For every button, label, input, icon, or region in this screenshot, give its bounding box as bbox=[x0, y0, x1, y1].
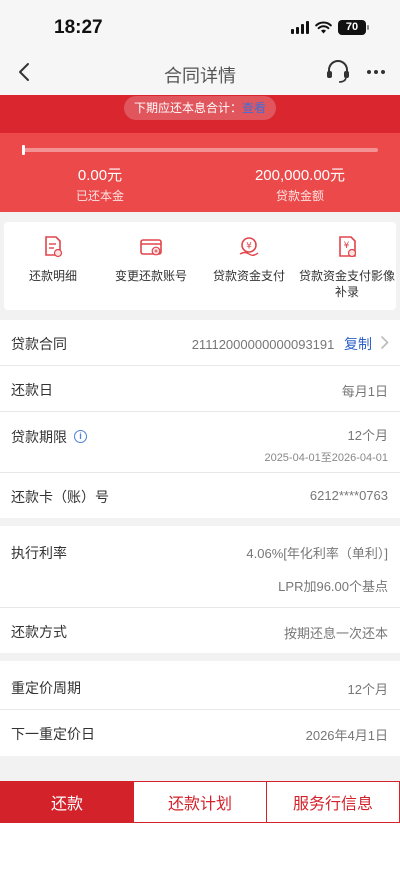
repayment-progress-fill bbox=[22, 145, 25, 155]
repay-method-row: 还款方式 按期还息一次还本 bbox=[0, 608, 400, 653]
more-dot-icon bbox=[381, 70, 385, 74]
footer-area bbox=[0, 823, 400, 869]
repaid-principal-value: 0.00元 bbox=[77, 167, 123, 184]
next-payment-notice[interactable]: 下期应还本息合计：查看 bbox=[124, 96, 276, 120]
battery-icon: 70 bbox=[338, 19, 369, 35]
reprice-cycle-row: 重定价周期 12个月 bbox=[0, 661, 400, 708]
status-bar: 18:27 70 bbox=[0, 0, 400, 50]
execution-rate-row: 执行利率 4.06%[年化利率（单利）] LPR加96.00个基点 bbox=[0, 526, 400, 607]
svg-text:¥: ¥ bbox=[344, 241, 350, 251]
contract-info-panel: 贷款合同 21112000000000093191 复制 还款日 每月1日 贷款… bbox=[0, 320, 400, 518]
quick-action-repayment-detail[interactable]: 还款明细 bbox=[4, 234, 102, 284]
change-account-icon bbox=[140, 239, 162, 256]
contract-label: 贷款合同 bbox=[11, 336, 67, 352]
contract-number-group: 21112000000000093191 复制 bbox=[192, 334, 372, 354]
quick-action-label: 还款明细 bbox=[28, 269, 77, 283]
next-payment-label: 下期应还本息合计： bbox=[133, 101, 242, 115]
next-reprice-row: 下一重定价日 2026年4月1日 bbox=[0, 710, 400, 756]
repay-day-row: 还款日 每月1日 bbox=[0, 366, 400, 411]
repay-button[interactable]: 还款 bbox=[0, 781, 134, 823]
repay-card-row: 还款卡（账）号 6212****0763 bbox=[0, 473, 400, 518]
bottom-action-bar: 还款 还款计划 服务行信息 bbox=[0, 781, 400, 823]
quick-actions-card: 还款明细 变更还款账号 ¥ 贷款资金支付 ¥ 贷款资金支付影像补录 bbox=[4, 222, 396, 310]
repay-method-value: 按期还息一次还本 bbox=[283, 626, 388, 641]
execution-rate-value: 4.06%[年化利率（单利）] bbox=[246, 546, 388, 561]
customer-service-icon[interactable] bbox=[324, 58, 352, 86]
more-menu-button[interactable] bbox=[362, 58, 390, 86]
quick-action-change-account[interactable]: 变更还款账号 bbox=[102, 234, 200, 284]
contract-row[interactable]: 贷款合同 21112000000000093191 复制 bbox=[0, 320, 400, 365]
repayment-plan-button[interactable]: 还款计划 bbox=[133, 781, 267, 823]
repay-card-label: 还款卡（账）号 bbox=[11, 489, 109, 505]
quick-action-label: 变更还款账号 bbox=[114, 269, 187, 283]
info-icon[interactable]: i bbox=[74, 430, 87, 443]
loan-term-range: 2025-04-01至2026-04-01 bbox=[264, 452, 388, 464]
more-dot-icon bbox=[367, 70, 371, 74]
execution-rate-label: 执行利率 bbox=[11, 545, 67, 561]
loan-term-label: 贷款期限 bbox=[11, 429, 67, 445]
quick-action-label: 贷款资金支付 bbox=[212, 269, 285, 283]
contract-number: 21112000000000093191 bbox=[191, 337, 335, 352]
repaid-principal-label: 已还本金 bbox=[75, 189, 124, 203]
fund-payment-icon: ¥ bbox=[239, 237, 259, 256]
status-icons: 70 bbox=[291, 19, 369, 35]
service-bank-info-button[interactable]: 服务行信息 bbox=[266, 781, 400, 823]
loan-amount-label: 贷款金额 bbox=[275, 189, 324, 203]
chevron-right-icon bbox=[380, 335, 389, 350]
repayment-progress-bar bbox=[22, 145, 378, 155]
more-dot-icon bbox=[374, 70, 378, 74]
svg-text:¥: ¥ bbox=[246, 242, 252, 252]
copy-contract-button[interactable]: 复制 bbox=[344, 336, 372, 352]
quick-action-label: 贷款资金支付影像补录 bbox=[298, 269, 395, 299]
repay-day-value: 每月1日 bbox=[341, 384, 388, 399]
repay-card-value: 6212****0763 bbox=[309, 488, 388, 503]
loan-term-value: 12个月 bbox=[347, 428, 388, 443]
repricing-panel: 重定价周期 12个月 下一重定价日 2026年4月1日 bbox=[0, 661, 400, 756]
rate-info-panel: 执行利率 4.06%[年化利率（单利）] LPR加96.00个基点 还款方式 按… bbox=[0, 526, 400, 653]
quick-action-fund-payment[interactable]: ¥ 贷款资金支付 bbox=[200, 234, 298, 284]
reprice-cycle-value: 12个月 bbox=[347, 682, 388, 697]
nav-bar: 合同详情 bbox=[0, 50, 400, 95]
repayment-detail-icon bbox=[45, 236, 63, 258]
wifi-icon bbox=[315, 20, 332, 33]
image-supplement-icon: ¥ bbox=[339, 236, 357, 258]
repay-day-label: 还款日 bbox=[11, 382, 53, 398]
repay-method-label: 还款方式 bbox=[11, 624, 67, 640]
view-next-payment-link[interactable]: 查看 bbox=[242, 101, 266, 115]
quick-action-image-supplement[interactable]: ¥ 贷款资金支付影像补录 bbox=[298, 234, 396, 300]
status-time: 18:27 bbox=[54, 17, 103, 38]
next-reprice-label: 下一重定价日 bbox=[11, 726, 95, 742]
next-reprice-value: 2026年4月1日 bbox=[305, 728, 388, 743]
loan-term-row: 贷款期限 i 12个月 2025-04-01至2026-04-01 bbox=[0, 412, 400, 472]
reprice-cycle-label: 重定价周期 bbox=[11, 680, 81, 696]
execution-rate-lpr: LPR加96.00个基点 bbox=[278, 579, 388, 594]
cellular-signal-icon bbox=[291, 20, 309, 34]
loan-amount-value: 200,000.00元 bbox=[254, 167, 346, 184]
